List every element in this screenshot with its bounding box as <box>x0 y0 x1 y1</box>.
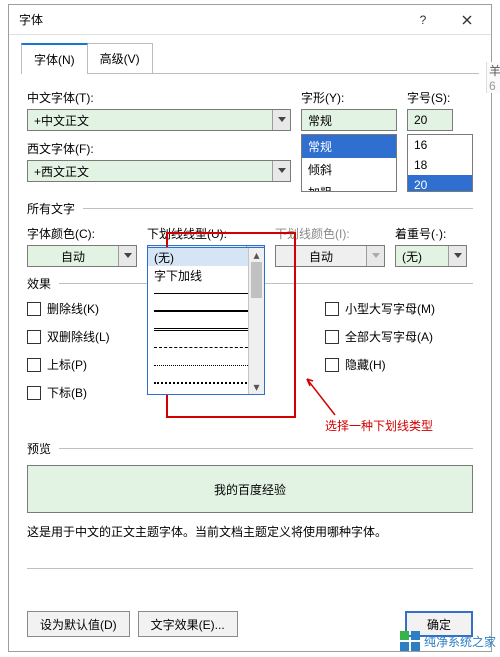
chevron-down-icon <box>448 246 466 266</box>
underline-option-wordsonly[interactable]: 字下加线 <box>148 266 264 284</box>
smallcaps-label: 小型大写字母(M) <box>345 300 435 317</box>
underline-option-none[interactable]: (无) <box>148 248 264 266</box>
cjk-font-value: +中文正文 <box>28 112 272 129</box>
set-default-button[interactable]: 设为默认值(D) <box>27 611 130 637</box>
close-button[interactable] <box>445 6 489 34</box>
tab-advanced-label: 高级(V) <box>100 52 140 66</box>
droplist-scrollbar[interactable]: ▴ ▾ <box>248 248 264 394</box>
super-label: 上标(P) <box>47 356 87 373</box>
cjk-font-label: 中文字体(T): <box>27 89 291 106</box>
style-listbox[interactable]: 常规 倾斜 加粗 <box>301 134 397 192</box>
tab-advanced[interactable]: 高级(V) <box>87 43 153 74</box>
sub-checkbox[interactable] <box>27 386 41 400</box>
style-value: 常规 <box>302 112 396 129</box>
latin-font-label: 西文字体(F): <box>27 140 291 157</box>
size-option-18[interactable]: 18 <box>408 155 472 175</box>
emphasis-combo[interactable]: (无) <box>395 245 467 267</box>
style-input[interactable]: 常规 <box>301 109 397 131</box>
underline-option-thick[interactable] <box>148 302 264 320</box>
underline-style-label: 下划线线型(U): <box>147 225 265 242</box>
underline-option-single[interactable] <box>148 284 264 302</box>
dblstrike-label: 双删除线(L) <box>47 328 110 345</box>
style-option-regular[interactable]: 常规 <box>302 135 396 158</box>
underline-option-dashed[interactable] <box>148 338 264 356</box>
scroll-up-icon[interactable]: ▴ <box>249 248 264 262</box>
font-dialog: 字体 ? 字体(N) 高级(V) 中文字体(T): +中文正文 西文字体(F): <box>8 4 492 652</box>
latin-font-value: +西文正文 <box>28 163 272 180</box>
chevron-down-icon <box>272 110 290 130</box>
underline-option-dotted-heavy[interactable] <box>148 374 264 392</box>
underline-color-label: 下划线颜色(I): <box>275 225 385 242</box>
font-color-value: 自动 <box>28 248 118 265</box>
underline-color-value: 自动 <box>276 248 366 265</box>
style-option-bold[interactable]: 加粗 <box>302 181 396 192</box>
all-text-legend: 所有文字 <box>27 200 473 217</box>
allcaps-label: 全部大写字母(A) <box>345 328 433 345</box>
annotation-text: 选择一种下划线类型 <box>27 417 433 434</box>
question-icon: ? <box>420 13 427 27</box>
titlebar: 字体 ? <box>9 5 491 35</box>
underline-style-droplist[interactable]: (无) 字下加线 ▴ ▾ <box>147 247 265 395</box>
text-effects-button[interactable]: 文字效果(E)... <box>138 611 238 637</box>
tab-bar: 字体(N) 高级(V) <box>9 35 491 74</box>
super-checkbox[interactable] <box>27 358 41 372</box>
chevron-down-icon <box>272 161 290 181</box>
allcaps-checkbox[interactable] <box>325 330 339 344</box>
underline-option-double[interactable] <box>148 320 264 338</box>
ok-button[interactable]: 确定 <box>405 611 473 637</box>
size-listbox[interactable]: 16 18 20 <box>407 134 473 192</box>
emphasis-value: (无) <box>396 248 448 265</box>
style-label: 字形(Y): <box>301 89 397 106</box>
chevron-down-icon <box>366 246 384 266</box>
scroll-down-icon[interactable]: ▾ <box>249 380 264 394</box>
size-option-20[interactable]: 20 <box>408 175 472 192</box>
tab-font-label: 字体(N) <box>34 53 75 67</box>
font-color-label: 字体颜色(C): <box>27 225 137 242</box>
size-input[interactable] <box>407 109 453 131</box>
tab-underline <box>21 73 479 74</box>
strike-checkbox[interactable] <box>27 302 41 316</box>
background-text: 羊 6 <box>486 62 500 93</box>
size-label: 字号(S): <box>407 89 473 106</box>
smallcaps-checkbox[interactable] <box>325 302 339 316</box>
preview-box: 我的百度经验 <box>27 465 473 513</box>
sub-label: 下标(B) <box>47 384 87 401</box>
window-title: 字体 <box>19 11 401 28</box>
hidden-label: 隐藏(H) <box>345 356 386 373</box>
underline-color-combo: 自动 <box>275 245 385 267</box>
dialog-body: 中文字体(T): +中文正文 西文字体(F): +西文正文 字形(Y): 常规 … <box>9 75 491 587</box>
cjk-font-combo[interactable]: +中文正文 <box>27 109 291 131</box>
separator <box>27 568 473 569</box>
hidden-checkbox[interactable] <box>325 358 339 372</box>
scroll-thumb[interactable] <box>251 262 262 298</box>
size-option-16[interactable]: 16 <box>408 135 472 155</box>
emphasis-label: 着重号(·): <box>395 225 467 242</box>
underline-option-dotted[interactable] <box>148 356 264 374</box>
help-button[interactable]: ? <box>401 6 445 34</box>
dialog-footer: 设为默认值(D) 文字效果(E)... 确定 <box>27 611 473 637</box>
preview-text: 我的百度经验 <box>214 481 286 498</box>
preview-note: 这是用于中文的正文主题字体。当前文档主题定义将使用哪种字体。 <box>27 523 473 540</box>
chevron-down-icon <box>118 246 136 266</box>
strike-label: 删除线(K) <box>47 300 99 317</box>
font-color-combo[interactable]: 自动 <box>27 245 137 267</box>
annotation-arrow-icon <box>301 371 341 421</box>
dblstrike-checkbox[interactable] <box>27 330 41 344</box>
tab-font[interactable]: 字体(N) <box>21 43 88 74</box>
latin-font-combo[interactable]: +西文正文 <box>27 160 291 182</box>
preview-legend: 预览 <box>27 440 473 457</box>
close-icon <box>462 15 472 25</box>
style-option-italic[interactable]: 倾斜 <box>302 158 396 181</box>
